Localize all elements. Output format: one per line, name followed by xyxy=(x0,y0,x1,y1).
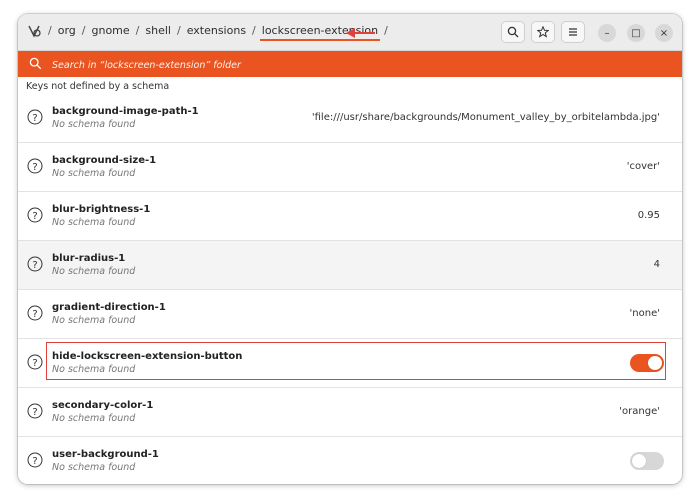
search-icon xyxy=(29,57,42,70)
toggle-knob xyxy=(648,356,662,370)
breadcrumb-separator: / xyxy=(176,24,181,37)
breadcrumb-gnome[interactable]: gnome xyxy=(91,24,129,37)
help-icon: ? xyxy=(27,158,43,174)
star-icon xyxy=(537,26,549,38)
breadcrumb-separator: / xyxy=(135,24,140,37)
svg-text:?: ? xyxy=(32,456,37,467)
key-row-background-image-path-1[interactable]: ? background-image-path-1 No schema foun… xyxy=(18,94,682,143)
help-icon: ? xyxy=(27,305,43,321)
key-value: 4 xyxy=(653,259,660,270)
schema-status: No schema found xyxy=(52,119,136,130)
section-title: Keys not defined by a schema xyxy=(26,81,170,92)
key-name: blur-brightness-1 xyxy=(52,204,151,215)
key-row-hide-lockscreen-extension-button[interactable]: ? hide-lockscreen-extension-button No sc… xyxy=(18,339,682,388)
minimize-button[interactable]: – xyxy=(598,24,616,42)
breadcrumb-org[interactable]: org xyxy=(58,24,76,37)
key-name: secondary-color-1 xyxy=(52,400,154,411)
help-icon: ? xyxy=(27,354,43,370)
search-button[interactable] xyxy=(501,21,525,43)
key-list: ? background-image-path-1 No schema foun… xyxy=(18,94,682,484)
header-bar: / org / gnome / shell / extensions / loc… xyxy=(18,14,682,51)
key-row-user-background-1[interactable]: ? user-background-1 No schema found xyxy=(18,437,682,484)
key-row-secondary-color-1[interactable]: ? secondary-color-1 No schema found 'ora… xyxy=(18,388,682,437)
toggle-switch-on[interactable] xyxy=(630,354,664,372)
key-name: background-size-1 xyxy=(52,155,157,166)
key-name: blur-radius-1 xyxy=(52,253,126,264)
schema-status: No schema found xyxy=(52,462,136,473)
hamburger-icon xyxy=(569,28,577,36)
key-row-background-size-1[interactable]: ? background-size-1 No schema found 'cov… xyxy=(18,143,682,192)
breadcrumb-separator: / xyxy=(81,24,86,37)
key-name: user-background-1 xyxy=(52,449,159,460)
schema-status: No schema found xyxy=(52,364,136,375)
search-input[interactable] xyxy=(50,55,654,75)
breadcrumb-separator: / xyxy=(252,24,256,37)
key-value: 'cover' xyxy=(626,161,660,172)
svg-text:?: ? xyxy=(32,211,37,222)
key-value: 'file:///usr/share/backgrounds/Monument_… xyxy=(311,112,660,123)
key-value: 'orange' xyxy=(619,406,660,417)
key-row-blur-radius-1[interactable]: ? blur-radius-1 No schema found 4 xyxy=(18,241,682,290)
search-icon xyxy=(507,26,519,38)
help-icon: ? xyxy=(27,109,43,125)
key-name: gradient-direction-1 xyxy=(52,302,166,313)
schema-status: No schema found xyxy=(52,266,136,277)
breadcrumb-separator: / xyxy=(384,24,388,37)
schema-status: No schema found xyxy=(52,315,136,326)
bookmark-button[interactable] xyxy=(531,21,555,43)
key-value: 0.95 xyxy=(637,210,660,221)
search-bar xyxy=(18,51,682,77)
schema-status: No schema found xyxy=(52,168,136,179)
close-button[interactable]: × xyxy=(655,24,673,42)
svg-text:?: ? xyxy=(32,113,37,124)
schema-status: No schema found xyxy=(52,413,136,424)
help-icon: ? xyxy=(27,452,43,468)
help-icon: ? xyxy=(27,256,43,272)
dconf-app-icon[interactable] xyxy=(26,23,42,39)
breadcrumb-extensions[interactable]: extensions xyxy=(187,24,246,37)
svg-text:?: ? xyxy=(32,162,37,173)
breadcrumb-separator: / xyxy=(48,24,52,37)
help-icon: ? xyxy=(27,207,43,223)
menu-button[interactable] xyxy=(561,21,585,43)
help-icon: ? xyxy=(27,403,43,419)
breadcrumb: / org / gnome / shell / extensions / loc… xyxy=(42,24,394,41)
key-name: hide-lockscreen-extension-button xyxy=(52,351,243,362)
key-value: 'none' xyxy=(629,308,660,319)
toggle-knob xyxy=(632,454,646,468)
key-row-blur-brightness-1[interactable]: ? blur-brightness-1 No schema found 0.95 xyxy=(18,192,682,241)
maximize-button[interactable]: □ xyxy=(627,24,645,42)
breadcrumb-shell[interactable]: shell xyxy=(145,24,171,37)
annotation-arrow-icon xyxy=(346,28,375,38)
toggle-switch-off[interactable] xyxy=(630,452,664,470)
dconf-editor-window: / org / gnome / shell / extensions / loc… xyxy=(18,14,682,484)
key-name: background-image-path-1 xyxy=(52,106,199,117)
svg-text:?: ? xyxy=(32,358,37,369)
svg-text:?: ? xyxy=(32,260,37,271)
key-row-gradient-direction-1[interactable]: ? gradient-direction-1 No schema found '… xyxy=(18,290,682,339)
svg-text:?: ? xyxy=(32,309,37,320)
schema-status: No schema found xyxy=(52,217,136,228)
svg-text:?: ? xyxy=(32,407,37,418)
